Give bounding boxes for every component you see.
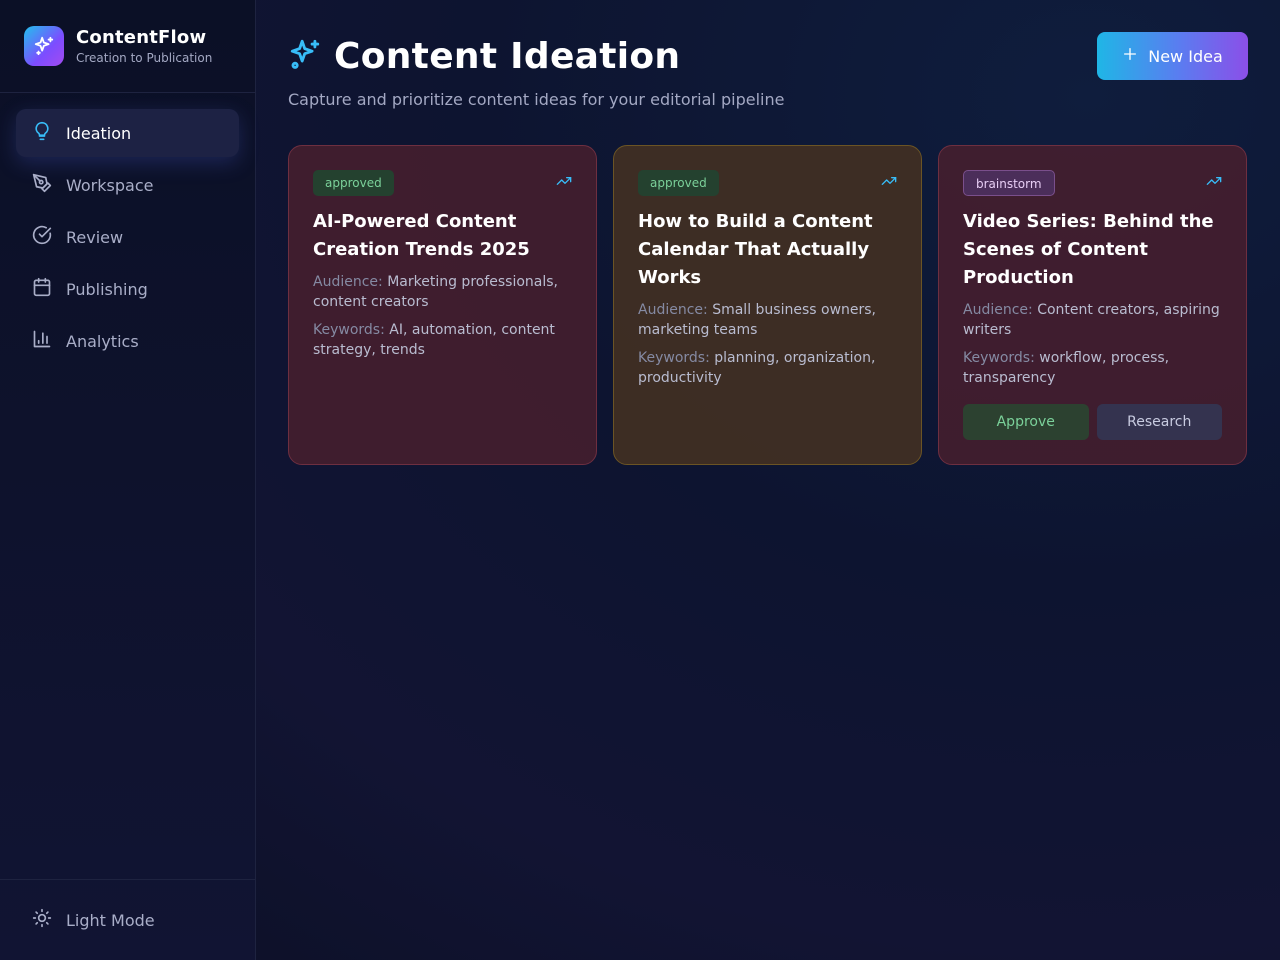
idea-card[interactable]: brainstorm Video Series: Behind the Scen…: [938, 145, 1247, 465]
sun-icon: [32, 908, 52, 932]
sidebar-item-label: Workspace: [66, 175, 154, 195]
idea-keywords: Keywords: planning, organization, produc…: [638, 348, 897, 388]
status-badge: approved: [313, 170, 394, 196]
sidebar-item-review[interactable]: Review: [16, 213, 239, 261]
trending-up-icon: [881, 173, 897, 193]
theme-toggle-label: Light Mode: [66, 910, 155, 930]
sidebar-item-ideation[interactable]: Ideation: [16, 109, 239, 157]
sparkles-icon: [288, 37, 322, 75]
idea-audience: Audience: Small business owners, marketi…: [638, 300, 897, 340]
theme-toggle[interactable]: Light Mode: [0, 879, 255, 960]
page-title: Content Ideation: [334, 35, 681, 77]
sidebar-item-publishing[interactable]: Publishing: [16, 265, 239, 313]
sidebar-item-analytics[interactable]: Analytics: [16, 317, 239, 365]
idea-keywords: Keywords: workflow, process, transparenc…: [963, 348, 1222, 388]
sidebar-nav: Ideation Workspace Review Publishing Ana…: [0, 93, 255, 381]
idea-title: How to Build a Content Calendar That Act…: [638, 211, 873, 288]
idea-title: Video Series: Behind the Scenes of Conte…: [963, 211, 1214, 288]
page-subtitle: Capture and prioritize content ideas for…: [288, 90, 785, 109]
trending-up-icon: [1206, 173, 1222, 193]
sidebar-item-label: Analytics: [66, 331, 139, 351]
keywords-label: Keywords:: [638, 350, 710, 366]
idea-cards: approved AI-Powered Content Creation Tre…: [288, 145, 1248, 465]
card-actions: Approve Research: [963, 404, 1222, 440]
new-idea-label: New Idea: [1148, 46, 1223, 66]
idea-title: AI-Powered Content Creation Trends 2025: [313, 211, 530, 260]
sidebar-item-label: Ideation: [66, 123, 132, 143]
brand-tagline: Creation to Publication: [76, 51, 213, 65]
lightbulb-icon: [32, 121, 52, 145]
sidebar-item-label: Review: [66, 227, 124, 247]
research-button[interactable]: Research: [1096, 404, 1222, 440]
status-badge: brainstorm: [963, 170, 1055, 196]
idea-audience: Audience: Content creators, aspiring wri…: [963, 300, 1222, 340]
trending-up-icon: [556, 173, 572, 193]
status-badge: approved: [638, 170, 719, 196]
keywords-label: Keywords:: [313, 322, 385, 338]
calendar-icon: [32, 277, 52, 301]
bar-chart-icon: [32, 329, 52, 353]
page-header: Content Ideation Capture and prioritize …: [288, 32, 1248, 109]
check-circle-icon: [32, 225, 52, 249]
approve-button[interactable]: Approve: [963, 404, 1089, 440]
sidebar-item-workspace[interactable]: Workspace: [16, 161, 239, 209]
audience-label: Audience:: [638, 302, 708, 318]
idea-audience: Audience: Marketing professionals, conte…: [313, 272, 572, 312]
brand-name: ContentFlow: [76, 27, 207, 48]
main-content: Content Ideation Capture and prioritize …: [256, 0, 1280, 960]
pen-tool-icon: [32, 173, 52, 197]
sidebar-item-label: Publishing: [66, 279, 148, 299]
audience-label: Audience:: [313, 274, 383, 290]
brand-header: ContentFlow Creation to Publication: [0, 0, 255, 93]
audience-label: Audience:: [963, 302, 1033, 318]
idea-card[interactable]: approved How to Build a Content Calendar…: [613, 145, 922, 465]
keywords-label: Keywords:: [963, 350, 1035, 366]
new-idea-button[interactable]: New Idea: [1097, 32, 1248, 80]
sidebar: ContentFlow Creation to Publication Idea…: [0, 0, 256, 960]
plus-icon: [1122, 46, 1138, 66]
sparkles-icon: [24, 26, 64, 66]
idea-keywords: Keywords: AI, automation, content strate…: [313, 320, 572, 360]
idea-card[interactable]: approved AI-Powered Content Creation Tre…: [288, 145, 597, 465]
